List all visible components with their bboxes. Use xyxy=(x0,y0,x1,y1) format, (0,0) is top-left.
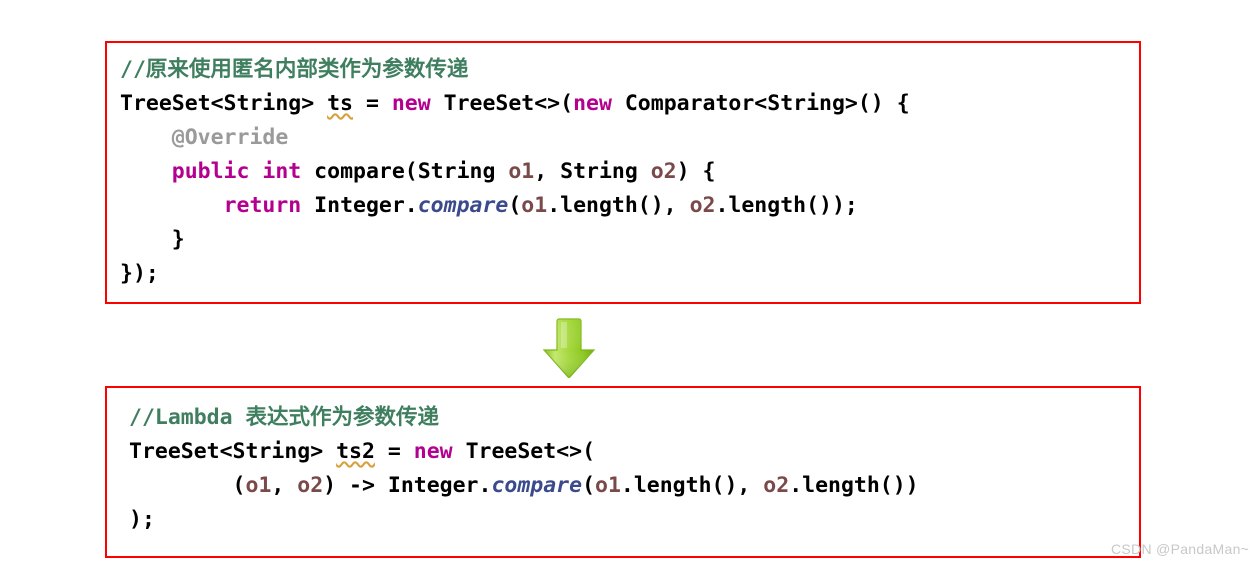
code-token-plain: = xyxy=(374,439,414,464)
code-token-parameter: o1 xyxy=(508,159,535,184)
code-token-plain: TreeSet<>( xyxy=(430,91,574,116)
code-token-plain: .length()) xyxy=(789,473,919,498)
code-token-plain: Comparator<String>() { xyxy=(611,91,910,116)
code-token-plain: , String xyxy=(534,159,651,184)
code-token-plain: compare(String xyxy=(301,159,509,184)
code-content-anonymous-class: //原来使用匿名内部类作为参数传递 TreeSet<String> ts = ne… xyxy=(107,43,910,291)
code-line: TreeSet<String> ts = new TreeSet<>(new C… xyxy=(120,87,910,121)
code-token-plain: Integer. xyxy=(301,193,418,218)
code-token-plain: } xyxy=(120,227,185,252)
code-token-keyword: public int xyxy=(171,159,302,184)
code-token-comment: //Lambda 表达式作为参数传递 xyxy=(129,405,439,430)
code-line: TreeSet<String> ts2 = new TreeSet<>( xyxy=(129,435,919,469)
code-token-method: compare xyxy=(417,193,509,218)
code-token-method: compare xyxy=(491,473,583,498)
code-token-plain: , xyxy=(271,473,298,498)
code-token-plain: }); xyxy=(120,261,159,286)
code-token-parameter: o2 xyxy=(689,193,716,218)
code-token-plain: ) { xyxy=(676,159,716,184)
code-line: ); xyxy=(129,503,919,537)
code-token-keyword: return xyxy=(223,193,302,218)
code-token-squiggle: ts2 xyxy=(336,439,375,464)
code-token-parameter: o2 xyxy=(763,473,790,498)
watermark-label: CSDN @PandaMan~ xyxy=(1111,541,1250,557)
code-token-parameter: o2 xyxy=(297,473,324,498)
code-token-plain: TreeSet<>( xyxy=(452,439,596,464)
code-token-keyword: new xyxy=(573,91,612,116)
code-line: //原来使用匿名内部类作为参数传递 xyxy=(120,53,910,87)
code-token-plain: ); xyxy=(129,507,155,532)
code-token-squiggle: ts xyxy=(327,91,353,116)
code-token-plain: .length(), xyxy=(547,193,690,218)
code-token-parameter: o2 xyxy=(650,159,677,184)
code-token-keyword: new xyxy=(391,91,431,116)
code-token-parameter: o1 xyxy=(595,473,621,498)
code-token-plain: ) -> Integer. xyxy=(323,473,492,498)
code-block-lambda: //Lambda 表达式作为参数传递 TreeSet<String> ts2 = … xyxy=(105,386,1141,558)
code-line: }); xyxy=(120,257,910,291)
down-arrow-icon xyxy=(541,317,597,379)
code-token-parameter: o1 xyxy=(521,193,548,218)
code-token-comment: //原来使用匿名内部类作为参数传递 xyxy=(120,57,469,82)
code-line: return Integer.compare(o1.length(), o2.l… xyxy=(120,189,910,223)
code-line: public int compare(String o1, String o2)… xyxy=(120,155,910,189)
code-token-annotation: @Override xyxy=(171,125,289,150)
code-token-plain: = xyxy=(353,91,392,116)
code-line: (o1, o2) -> Integer.compare(o1.length(),… xyxy=(129,469,919,503)
code-token-plain: .length(), xyxy=(620,473,764,498)
code-token-parameter: o1 xyxy=(245,473,272,498)
code-token-plain: TreeSet<String> xyxy=(120,91,328,116)
code-line: } xyxy=(120,223,910,257)
code-line: @Override xyxy=(120,121,910,155)
code-block-anonymous-class: //原来使用匿名内部类作为参数传递 TreeSet<String> ts = ne… xyxy=(105,41,1141,304)
code-token-keyword: new xyxy=(413,439,453,464)
code-token-plain: ( xyxy=(508,193,522,218)
code-line: //Lambda 表达式作为参数传递 xyxy=(129,401,919,435)
code-content-lambda: //Lambda 表达式作为参数传递 TreeSet<String> ts2 = … xyxy=(107,388,919,537)
code-token-plain: .length()); xyxy=(715,193,858,218)
code-token-plain: ( xyxy=(129,473,246,498)
code-token-plain: TreeSet<String> xyxy=(129,439,337,464)
code-token-plain: ( xyxy=(582,473,596,498)
